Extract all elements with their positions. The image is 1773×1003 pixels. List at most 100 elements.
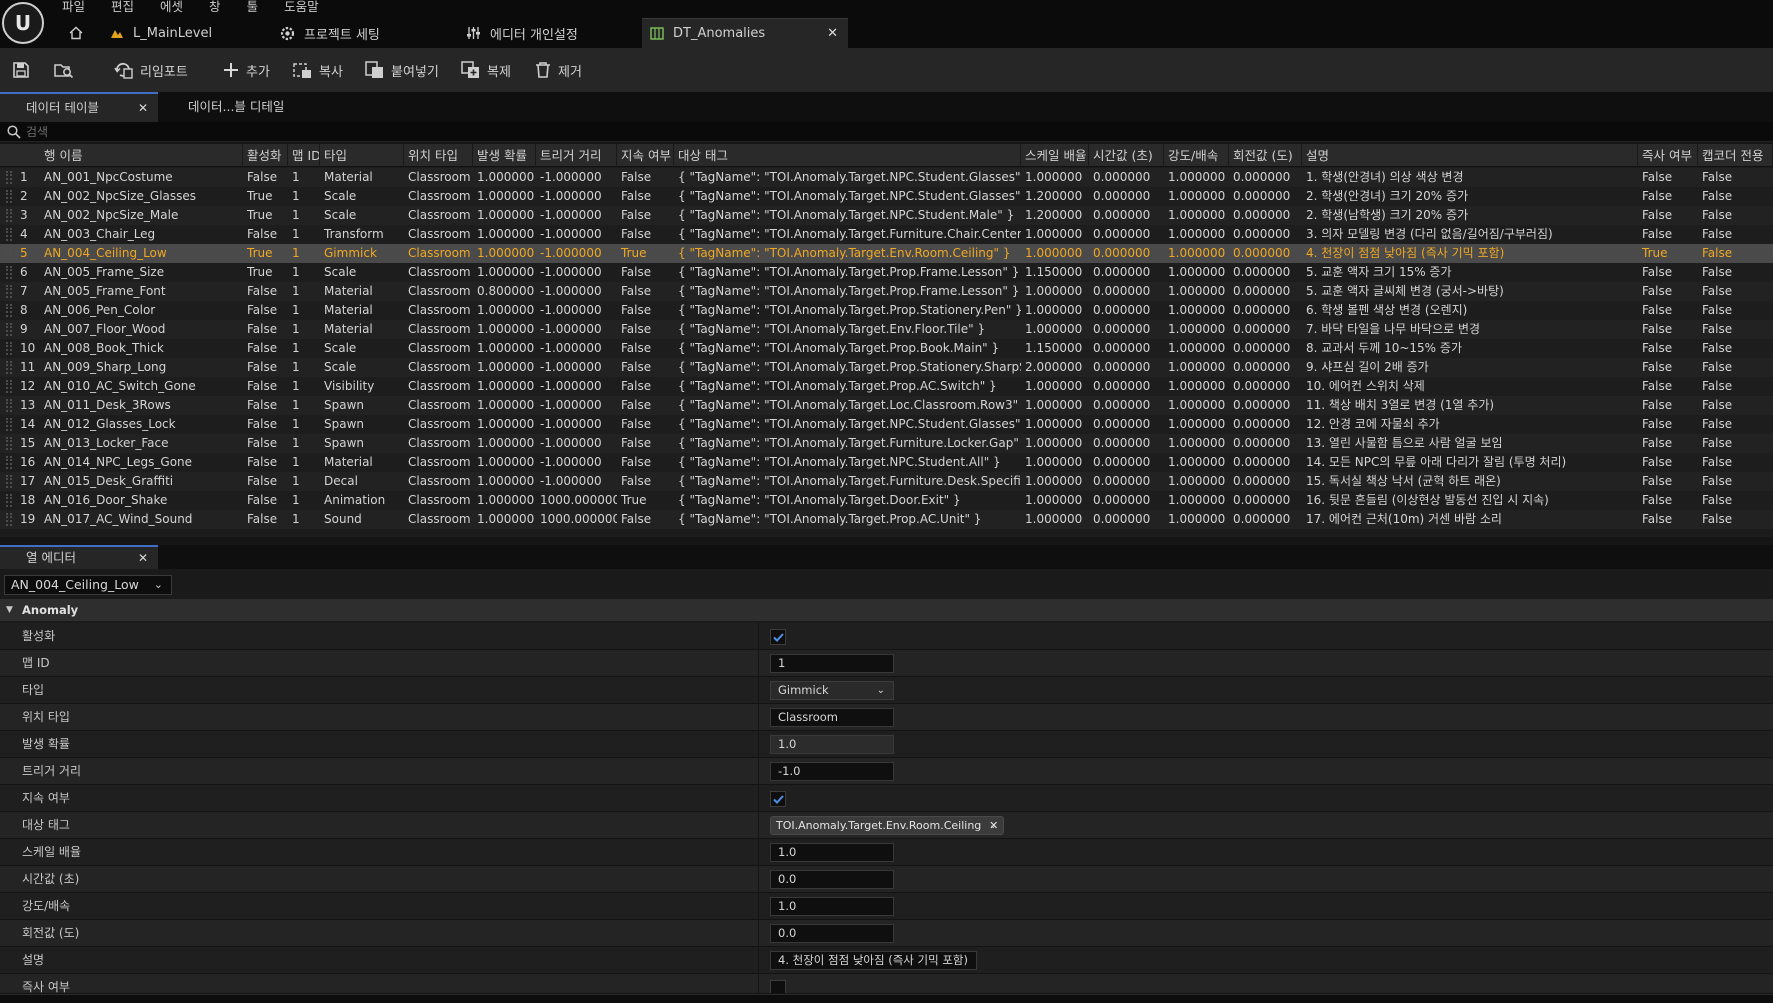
category-header[interactable]: ▼ Anomaly — [0, 599, 1773, 621]
browse-button[interactable] — [54, 55, 80, 85]
table-row[interactable]: 17 AN_015_Desk_Graffiti False 1 Decal Classro… — [0, 472, 1773, 491]
column-splitter[interactable] — [758, 974, 759, 993]
column-splitter[interactable] — [758, 920, 759, 947]
column-splitter[interactable] — [758, 623, 759, 650]
table-row[interactable]: 7 AN_005_Frame_Font False 1 Material Classroo… — [0, 282, 1773, 301]
drag-handle-icon[interactable] — [6, 209, 12, 222]
table-row[interactable]: 13 AN_011_Desk_3Rows False 1 Spawn Classroom 1… — [0, 396, 1773, 415]
close-icon[interactable]: ✕ — [138, 94, 148, 122]
column-splitter[interactable] — [758, 812, 759, 839]
drag-handle-icon[interactable] — [6, 266, 12, 279]
drag-handle-icon[interactable] — [6, 228, 12, 241]
tab-data-table[interactable]: 데이터 테이블 ✕ — [0, 92, 158, 122]
search-input[interactable] — [26, 123, 1726, 141]
type-dropdown[interactable]: Gimmick ⌄ — [770, 681, 894, 700]
tab-editor-preferences[interactable]: 에디터 개인설정 — [438, 18, 642, 48]
active-checkbox[interactable] — [770, 629, 786, 645]
column-header[interactable]: 캡코더 전용 — [1698, 144, 1773, 167]
tab-project-settings[interactable]: 프로젝트 세팅 — [256, 18, 438, 48]
column-header[interactable]: 트리거 거리 — [536, 144, 617, 167]
tab-dt-anomalies[interactable]: DT_Anomalies ✕ — [642, 18, 848, 48]
column-header[interactable]: 대상 태그 — [674, 144, 1021, 167]
column-header[interactable]: 강도/배속 — [1164, 144, 1229, 167]
target-tag-chip[interactable]: TOI.Anomaly.Target.Env.Room.Ceiling ✕ — [770, 816, 1005, 835]
column-header[interactable]: 활성화 — [243, 144, 288, 167]
column-header[interactable]: 위치 타입 — [404, 144, 473, 167]
column-splitter[interactable] — [758, 731, 759, 758]
table-row[interactable]: 16 AN_014_NPC_Legs_Gone False 1 Material Clas… — [0, 453, 1773, 472]
column-splitter[interactable] — [758, 758, 759, 785]
reimport-button[interactable]: 리임포트 — [114, 55, 188, 85]
table-row[interactable]: 11 AN_009_Sharp_Long False 1 Scale Classroom 1… — [0, 358, 1773, 377]
row-name-dropdown[interactable]: AN_004_Ceiling_Low ⌄ — [4, 575, 172, 595]
table-row[interactable]: 18 AN_016_Door_Shake False 1 Animation Classr… — [0, 491, 1773, 510]
drag-handle-icon[interactable] — [6, 304, 12, 317]
chevron-down-icon[interactable]: ⌄ — [989, 820, 997, 831]
table-row[interactable]: 8 AN_006_Pen_Color False 1 Material Classroom… — [0, 301, 1773, 320]
tab-row-editor[interactable]: 열 에디터 ✕ — [0, 545, 158, 569]
drag-handle-icon[interactable] — [6, 285, 12, 298]
add-button[interactable]: 추가 — [222, 55, 270, 85]
table-row[interactable]: 3 AN_002_NpcSize_Male True 1 Scale Classroom 1… — [0, 206, 1773, 225]
column-splitter[interactable] — [758, 947, 759, 974]
menu-asset[interactable]: 에셋 — [160, 0, 183, 16]
drag-handle-icon[interactable] — [6, 456, 12, 469]
column-header[interactable]: 스케일 배율 — [1021, 144, 1089, 167]
table-row[interactable]: 6 AN_005_Frame_Size True 1 Scale Classroom 1.0… — [0, 263, 1773, 282]
drag-handle-icon[interactable] — [6, 418, 12, 431]
drag-handle-icon[interactable] — [6, 513, 12, 526]
column-header[interactable]: 즉사 여부 — [1638, 144, 1698, 167]
tab-details[interactable]: 데이터...블 디테일 — [162, 92, 322, 122]
table-row[interactable]: 1 AN_001_NpcCostume False 1 Material Classroo… — [0, 168, 1773, 187]
remove-button[interactable]: 제거 — [534, 55, 582, 85]
time-field[interactable]: 0.0 — [770, 870, 894, 889]
rotation-field[interactable]: 0.0 — [770, 924, 894, 943]
close-icon[interactable]: ✕ — [138, 547, 148, 569]
table-row[interactable]: 9 AN_007_Floor_Wood False 1 Material Classroo… — [0, 320, 1773, 339]
table-row[interactable]: 10 AN_008_Book_Thick False 1 Scale Classroom 1… — [0, 339, 1773, 358]
drag-handle-icon[interactable] — [6, 437, 12, 450]
home-tab[interactable] — [56, 18, 96, 48]
intensity-field[interactable]: 1.0 — [770, 897, 894, 916]
table-row[interactable]: 14 AN_012_Glasses_Lock False 1 Spawn Classroo… — [0, 415, 1773, 434]
column-header[interactable]: 회전값 (도) — [1229, 144, 1302, 167]
drag-handle-icon[interactable] — [6, 342, 12, 355]
drag-handle-icon[interactable] — [6, 247, 12, 260]
column-splitter[interactable] — [758, 893, 759, 920]
location-type-field[interactable]: Classroom — [770, 708, 894, 727]
close-icon[interactable]: ✕ — [827, 26, 838, 41]
map-id-field[interactable]: 1 — [770, 654, 894, 673]
menu-edit[interactable]: 편집 — [111, 0, 134, 16]
tab-main-level[interactable]: L_MainLevel — [96, 18, 256, 48]
column-splitter[interactable] — [758, 650, 759, 677]
menu-window[interactable]: 창 — [209, 0, 221, 16]
drag-handle-icon[interactable] — [6, 171, 12, 184]
table-row[interactable]: 12 AN_010_AC_Switch_Gone False 1 Visibility C… — [0, 377, 1773, 396]
table-row[interactable]: 15 AN_013_Locker_Face False 1 Spawn Classroom… — [0, 434, 1773, 453]
table-row[interactable]: 4 AN_003_Chair_Leg False 1 Transform Classroo… — [0, 225, 1773, 244]
column-header[interactable]: 설명 — [1302, 144, 1638, 167]
column-splitter[interactable] — [758, 704, 759, 731]
column-header[interactable]: 행 이름 — [40, 144, 243, 167]
drag-handle-icon[interactable] — [6, 475, 12, 488]
drag-handle-icon[interactable] — [6, 399, 12, 412]
table-row[interactable]: 19 AN_017_AC_Wind_Sound False 1 Sound Classro… — [0, 510, 1773, 529]
description-field[interactable]: 4. 천장이 점점 낮아짐 (즉사 기믹 포함) — [770, 951, 977, 970]
persistent-checkbox[interactable] — [770, 791, 786, 807]
column-header[interactable]: 발생 확률 — [473, 144, 536, 167]
column-header[interactable]: 타입 — [320, 144, 404, 167]
column-splitter[interactable] — [758, 839, 759, 866]
probability-slider[interactable]: 1.0 — [770, 735, 894, 754]
column-header[interactable]: 맵 ID — [288, 144, 320, 167]
menu-tools[interactable]: 툴 — [247, 0, 259, 16]
menu-file[interactable]: 파일 — [62, 0, 85, 16]
table-row[interactable]: 2 AN_002_NpcSize_Glasses True 1 Scale Classro… — [0, 187, 1773, 206]
drag-handle-icon[interactable] — [6, 323, 12, 336]
unreal-logo-icon[interactable]: U — [2, 2, 44, 44]
column-splitter[interactable] — [758, 785, 759, 812]
instant-death-checkbox[interactable] — [770, 980, 786, 993]
paste-button[interactable]: 붙여넣기 — [365, 55, 439, 85]
column-header[interactable]: 시간값 (초) — [1089, 144, 1164, 167]
table-row[interactable]: 5 AN_004_Ceiling_Low True 1 Gimmick Classroom… — [0, 244, 1773, 263]
drag-handle-icon[interactable] — [6, 380, 12, 393]
